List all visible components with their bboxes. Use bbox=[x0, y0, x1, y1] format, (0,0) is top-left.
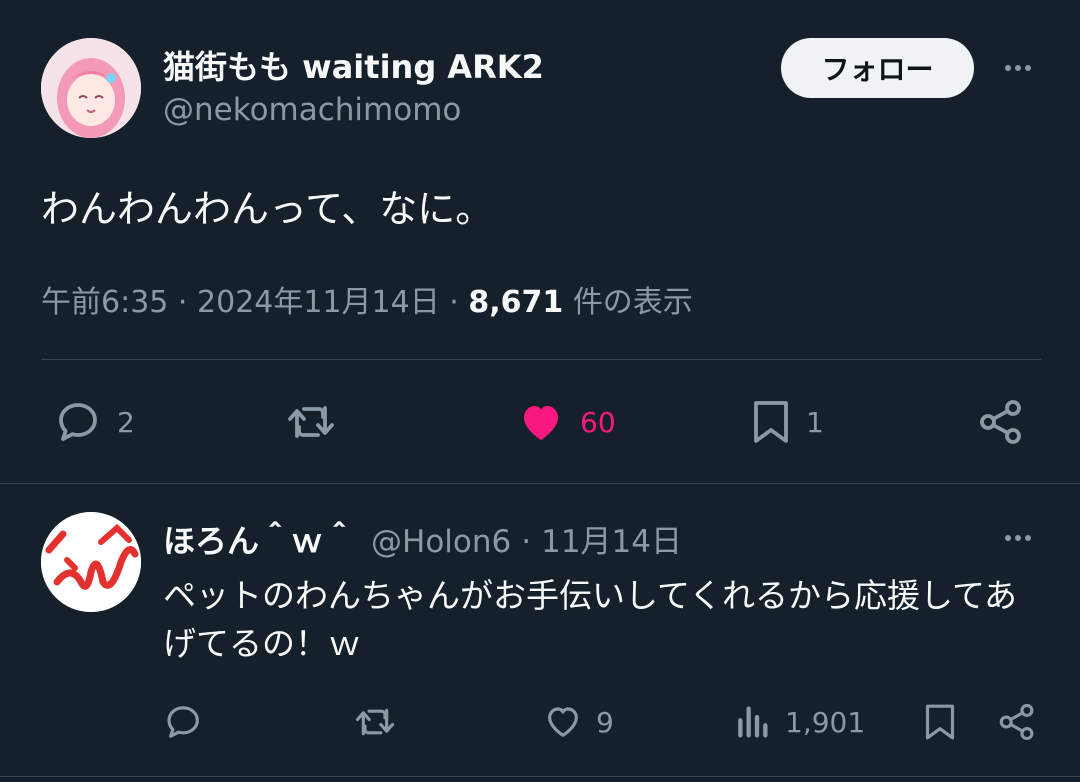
bottom-divider bbox=[0, 776, 1080, 777]
share-icon bbox=[999, 703, 1034, 741]
meta-separator: · bbox=[521, 524, 532, 560]
reply-handle[interactable]: @Holon6 bbox=[371, 524, 511, 560]
reply-retweet-button[interactable] bbox=[352, 702, 398, 742]
more-dot bbox=[1025, 535, 1031, 541]
reply-button[interactable]: 2 bbox=[55, 398, 135, 446]
views-icon bbox=[738, 706, 768, 738]
bookmark-count: 1 bbox=[806, 405, 824, 439]
avatar[interactable] bbox=[41, 38, 141, 138]
main-tweet: 猫街もも waiting ARK2 @nekomachimomo フォロー わん… bbox=[0, 0, 1080, 483]
views-label: 件の表示 bbox=[572, 285, 693, 320]
display-name[interactable]: 猫街もも waiting ARK2 bbox=[163, 42, 544, 88]
reply-bookmark-button[interactable] bbox=[922, 702, 958, 742]
retweet-icon bbox=[288, 406, 334, 438]
meta-separator: · bbox=[177, 285, 188, 320]
reply-icon bbox=[167, 706, 199, 738]
views-count: 8,671 bbox=[468, 285, 564, 320]
bookmark-button[interactable]: 1 bbox=[750, 398, 824, 446]
reply-reply-button[interactable] bbox=[164, 702, 204, 742]
reply-like-button[interactable]: 9 bbox=[542, 702, 614, 742]
reply-views-button[interactable]: 1,901 bbox=[733, 702, 865, 742]
more-dot bbox=[1005, 65, 1011, 71]
reply-share-button[interactable] bbox=[998, 702, 1036, 742]
tweet-meta: 午前6:35 · 2024年11月14日 · 8,671 件の表示 bbox=[41, 277, 693, 321]
reply-icon bbox=[59, 403, 97, 441]
reply-header: ほろん＾ｗ＾ @Holon6 · 11月14日 bbox=[163, 516, 682, 562]
divider bbox=[41, 359, 1041, 360]
reply-date[interactable]: 11月14日 bbox=[541, 516, 682, 561]
reply-display-name[interactable]: ほろん＾ｗ＾ bbox=[163, 516, 355, 562]
bookmark-icon bbox=[925, 704, 955, 740]
more-dot bbox=[1015, 535, 1021, 541]
heart-icon bbox=[524, 406, 558, 440]
reply-avatar[interactable] bbox=[41, 512, 141, 612]
more-dot bbox=[1015, 65, 1021, 71]
avatar-image bbox=[41, 38, 141, 138]
meta-separator: · bbox=[449, 285, 459, 320]
more-icon[interactable] bbox=[996, 50, 1040, 86]
follow-button[interactable]: フォロー bbox=[781, 38, 974, 98]
reply-text: ペットのわんちゃんがお手伝いしてくれるから応援してあげてるの！ｗ bbox=[163, 576, 1018, 663]
reply-views-count: 1,901 bbox=[785, 705, 866, 739]
heart-icon bbox=[548, 707, 578, 737]
share-button[interactable] bbox=[978, 398, 1024, 446]
more-dot bbox=[1005, 535, 1011, 541]
bookmark-icon bbox=[754, 401, 788, 443]
share-icon bbox=[980, 400, 1021, 444]
like-button[interactable]: 60 bbox=[516, 398, 616, 446]
section-divider bbox=[0, 483, 1080, 484]
tweet-date[interactable]: 2024年11月14日 bbox=[197, 285, 440, 320]
like-count: 60 bbox=[580, 405, 616, 439]
reply-count: 2 bbox=[117, 405, 135, 439]
more-dot bbox=[1025, 65, 1031, 71]
retweet-icon bbox=[355, 708, 395, 736]
more-icon[interactable] bbox=[996, 520, 1040, 556]
handle[interactable]: @nekomachimomo bbox=[163, 92, 461, 128]
tweet-time[interactable]: 午前6:35 bbox=[41, 285, 168, 320]
reply-avatar-image bbox=[41, 512, 141, 612]
retweet-button[interactable] bbox=[284, 398, 338, 446]
tweet-text: わんわんわんって、なに。 bbox=[41, 187, 494, 231]
reply-like-count: 9 bbox=[596, 705, 614, 739]
